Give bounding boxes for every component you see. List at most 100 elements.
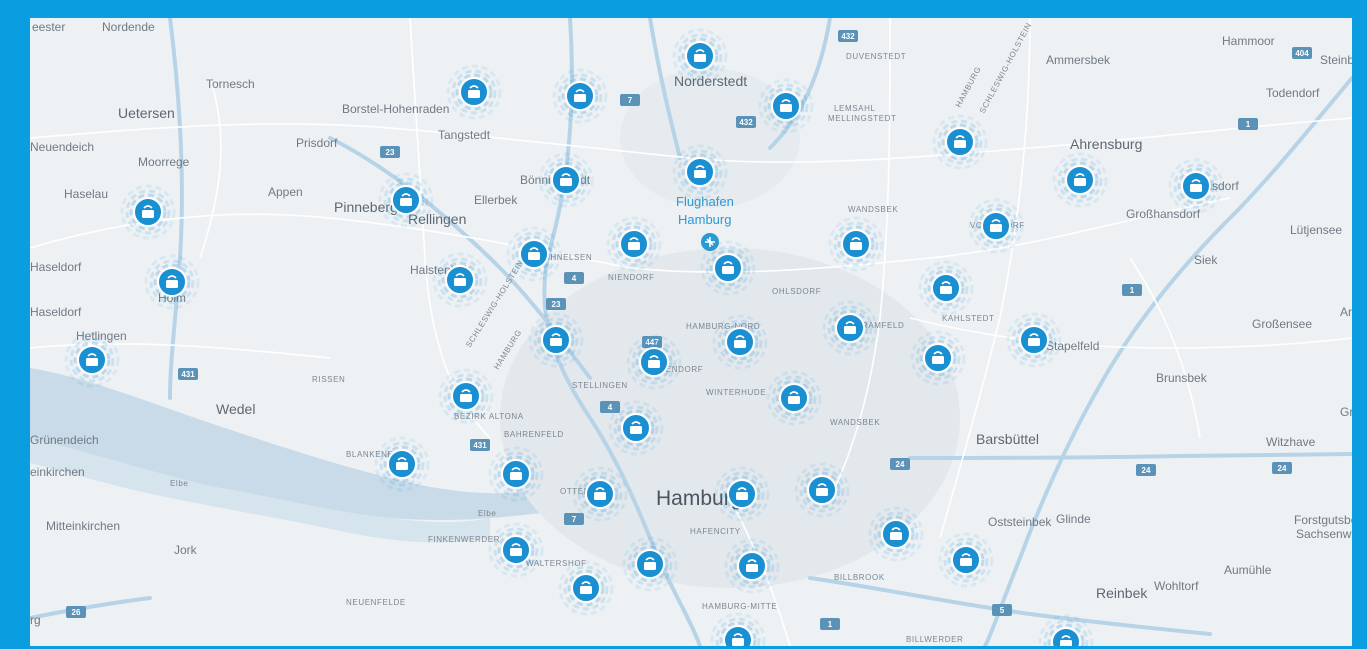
place-label-appen: Appen: [268, 185, 303, 199]
place-label-wandsbek2: WANDSBEK: [830, 418, 880, 427]
region-label-sh3: HAMBURG: [954, 65, 983, 109]
place-label-uetersen: Uetersen: [118, 105, 175, 121]
place-label-prisdorf: Prisdorf: [296, 136, 338, 150]
road-shield-431: 431: [470, 439, 490, 451]
place-label-wedel: Wedel: [216, 401, 255, 417]
place-label-billbrook: BILLBROOK: [834, 573, 885, 582]
place-label-ohlsdorf: OHLSDORF: [772, 287, 821, 296]
place-label-steinkirchen: einkirchen: [30, 465, 85, 479]
svg-text:24: 24: [896, 460, 905, 469]
place-label-niendorf: NIENDORF: [608, 273, 655, 282]
coverage-marker[interactable]: [488, 522, 544, 578]
place-label-hafencity: HAFENCITY: [690, 527, 741, 536]
hamburg-coverage-map[interactable]: 432 432 7 23 4 23 7 431 431 4 24 24 24 1 1 1 5 26 447 404 e…: [30, 18, 1352, 646]
road-shield-23: 23: [380, 146, 400, 158]
place-label-billwerder: BILLWERDER: [906, 635, 963, 644]
road-shield-26: 26: [66, 606, 86, 618]
place-label-elbe1: Elbe: [170, 479, 188, 488]
place-label-steinburg: Steinb: [1320, 53, 1352, 67]
coverage-marker[interactable]: [932, 114, 988, 170]
svg-text:431: 431: [473, 441, 487, 450]
place-label-mitteinkirchen: Mitteinkirchen: [46, 519, 120, 533]
place-label-eester: eester: [32, 20, 65, 34]
place-label-rissen: RISSEN: [312, 375, 345, 384]
road-shield-24: 24: [1272, 462, 1292, 474]
coverage-marker[interactable]: [446, 64, 502, 120]
place-label-witzhave: Witzhave: [1266, 435, 1316, 449]
road-shield-7: 7: [564, 513, 584, 525]
road-shield-23: 23: [546, 298, 566, 310]
place-label-finkenwerder: FINKENWERDER: [428, 535, 500, 544]
place-label-grosshansdorf: Großhansdorf: [1126, 207, 1201, 221]
coverage-marker[interactable]: [1168, 158, 1224, 214]
place-label-glinde: Glinde: [1056, 512, 1091, 526]
coverage-marker[interactable]: [552, 68, 608, 124]
place-label-reinbek: Reinbek: [1096, 585, 1148, 601]
road-shield-5: 5: [992, 604, 1012, 616]
coverage-marker[interactable]: [968, 198, 1024, 254]
svg-text:432: 432: [739, 118, 753, 127]
coverage-marker[interactable]: [710, 612, 766, 646]
coverage-marker[interactable]: [918, 260, 974, 316]
coverage-marker[interactable]: [828, 216, 884, 272]
place-label-oststeinbek: Oststeinbek: [988, 515, 1052, 529]
svg-text:431: 431: [181, 370, 195, 379]
place-label-moorrege: Moorrege: [138, 155, 190, 169]
place-label-neuenfelde: NEUENFELDE: [346, 598, 406, 607]
coverage-marker[interactable]: [558, 560, 614, 616]
place-label-tangstedt: Tangstedt: [438, 128, 491, 142]
place-label-forstgutsbezirk: Forstgutsbe: [1294, 513, 1352, 527]
road-shield-7: 7: [620, 94, 640, 106]
place-label-jork: Jork: [174, 543, 198, 557]
place-label-rg: rg: [30, 613, 41, 627]
place-label-kahlstedt: KAHLSTEDT: [942, 314, 995, 323]
road-shield-432: 432: [736, 116, 756, 128]
region-label-sh4: SCHLESWIG-HOLSTEIN: [978, 21, 1034, 115]
svg-text:1: 1: [828, 620, 833, 629]
place-label-ammersbek: Ammersbek: [1046, 53, 1111, 67]
coverage-marker[interactable]: [378, 172, 434, 228]
coverage-marker[interactable]: [1006, 312, 1062, 368]
place-label-braak: Brunsbek: [1156, 371, 1208, 385]
place-label-borstel-hohenraden: Borstel-Hohenraden: [342, 102, 449, 116]
svg-text:24: 24: [1278, 464, 1287, 473]
place-label-elbe2: Elbe: [478, 509, 496, 518]
coverage-marker[interactable]: [606, 216, 662, 272]
place-label-nordende: Nordende: [102, 20, 155, 34]
place-label-tornesch: Tornesch: [206, 77, 255, 91]
place-label-luetjensee: Lütjensee: [1290, 223, 1342, 237]
coverage-marker[interactable]: [1052, 152, 1108, 208]
road-shield-1: 1: [820, 618, 840, 630]
place-label-gruenendeich: Grünendeich: [30, 433, 99, 447]
place-label-ahrensburg: Ahrensburg: [1070, 136, 1142, 152]
place-label-ar: Ar: [1340, 305, 1352, 319]
road-shield-404: 404: [1292, 47, 1312, 59]
svg-text:7: 7: [628, 96, 633, 105]
coverage-marker[interactable]: [432, 252, 488, 308]
place-label-sachsenwald: Sachsenw: [1296, 527, 1352, 541]
road-shield-24: 24: [1136, 464, 1156, 476]
road-shield-4: 4: [564, 272, 584, 284]
svg-text:404: 404: [1295, 49, 1309, 58]
coverage-marker[interactable]: [938, 532, 994, 588]
place-label-hamburg-mitte: HAMBURG-MITTE: [702, 602, 777, 611]
road-shield-1: 1: [1238, 118, 1258, 130]
coverage-marker[interactable]: [506, 226, 562, 282]
svg-text:1: 1: [1130, 286, 1135, 295]
place-label-grossensee: Großensee: [1252, 317, 1312, 331]
place-label-duvenstedt: DUVENSTEDT: [846, 52, 906, 61]
place-label-hammoor: Hammoor: [1222, 34, 1275, 48]
map-canvas[interactable]: 432432723423743143142424 24111526447404 e…: [30, 18, 1352, 646]
place-label-flughafen2: Hamburg: [678, 212, 731, 227]
place-label-haseldorf1: Haseldorf: [30, 260, 82, 274]
svg-text:5: 5: [1000, 606, 1005, 615]
place-label-barsbuettel: Barsbüttel: [976, 431, 1039, 447]
road-shield-432: 432: [838, 30, 858, 42]
svg-text:7: 7: [572, 515, 577, 524]
place-label-ellerbek: Ellerbek: [474, 193, 518, 207]
svg-text:4: 4: [572, 274, 577, 283]
place-label-gra: Gra: [1340, 405, 1352, 419]
coverage-marker[interactable]: [120, 184, 176, 240]
road-shield-24: 24: [890, 458, 910, 470]
place-label-wandsbek1: WANDSBEK: [848, 205, 898, 214]
